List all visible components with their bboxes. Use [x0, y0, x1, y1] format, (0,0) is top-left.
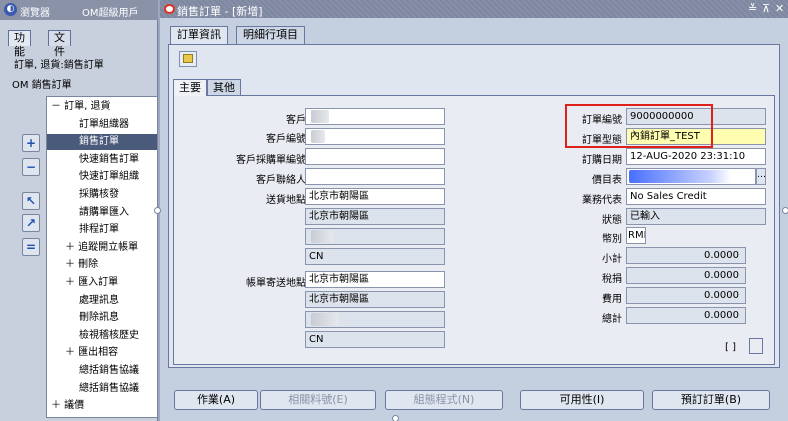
- tab-others[interactable]: 其他: [207, 79, 241, 96]
- redacted-ship-to: [311, 230, 333, 243]
- navigator-window: ◐ 瀏覽器 OM超級用戶 功能 文件 訂單, 退貨:銷售訂單 OM 銷售訂單 －…: [0, 0, 158, 421]
- main-form: 客戶 客戶編號 客戶採購單編號 客戶聯絡人 送貨地點 帳單寄送地點 北京市朝陽區…: [173, 95, 775, 365]
- tree-item[interactable]: ＋ 追蹤開立帳單: [47, 240, 157, 256]
- tree-item[interactable]: 排程訂單: [47, 222, 157, 238]
- tree-item[interactable]: 刪除訊息: [47, 310, 157, 326]
- total-label: 總計: [602, 314, 622, 325]
- tax-field: 0.0000: [626, 267, 746, 284]
- minimize-icon[interactable]: ≚: [748, 2, 757, 15]
- price-list-label: 價目表: [592, 175, 622, 186]
- order-date-label: 訂購日期: [582, 155, 622, 166]
- customer-contact-field[interactable]: [305, 168, 445, 185]
- resize-handle-bottom[interactable]: [392, 415, 399, 421]
- tree-item[interactable]: 請購單匯入: [47, 205, 157, 221]
- sales-order-window: 銷售訂單 - [新增] ≚ ⊼ ✕ 訂單資訊 明細行項目 主要 其他 客戶 客戶…: [160, 0, 788, 421]
- maximize-icon[interactable]: ⊼: [762, 2, 770, 15]
- bill-to-line2: 北京市朝陽區: [305, 291, 445, 308]
- tree-item[interactable]: 總括銷售協議: [47, 363, 157, 379]
- ship-to-line1[interactable]: 北京市朝陽區: [305, 188, 445, 205]
- function-tree: － 訂單, 退貨 訂單組織器 銷售訂單 快速銷售訂單 快速訂單組織 採購核發請購單匯入 排程…: [46, 96, 158, 418]
- subtotal-label: 小計: [602, 254, 622, 265]
- customer-po-label: 客戶採購單編號: [236, 155, 306, 166]
- tax-label: 稅捐: [602, 274, 622, 285]
- navigator-responsibility: OM 銷售訂單: [12, 80, 72, 91]
- status-label: 狀態: [602, 215, 622, 226]
- bill-to-label: 帳單寄送地點: [246, 278, 306, 289]
- availability-button[interactable]: 可用性(I): [520, 390, 644, 410]
- redacted-customer-no: [311, 130, 325, 143]
- tree-item[interactable]: 檢視稽核歷史: [47, 328, 157, 344]
- plus-icon[interactable]: +: [22, 134, 40, 152]
- configurator-button[interactable]: 組態程式(N): [385, 390, 503, 410]
- tree-item[interactable]: － 訂單, 退貨: [47, 99, 157, 115]
- tree-item[interactable]: 銷售訂單: [47, 134, 157, 151]
- tree-item[interactable]: 總括銷售協議: [47, 381, 157, 397]
- related-items-button[interactable]: 相關料號(E): [260, 390, 376, 410]
- navigator-path: 訂單, 退貨:銷售訂單: [14, 60, 104, 71]
- subtotal-field: 0.0000: [626, 247, 746, 264]
- tree-item[interactable]: ＋ 匯入訂單: [47, 275, 157, 291]
- tab-main[interactable]: 主要: [173, 79, 207, 96]
- navigator-title: 瀏覽器: [20, 8, 50, 19]
- customer-label: 客戶: [286, 115, 306, 126]
- bracket-field: [ ]: [725, 342, 736, 353]
- add-to-top-icon[interactable]: ↖: [22, 192, 40, 210]
- minus-icon[interactable]: −: [22, 158, 40, 176]
- tree-item[interactable]: ＋ 匯出相容: [47, 345, 157, 361]
- tree-item[interactable]: ＋ 議價: [47, 398, 157, 414]
- salesperson-label: 業務代表: [582, 195, 622, 206]
- redacted-bill-to: [311, 313, 339, 326]
- navigator-title-bar[interactable]: ◐ 瀏覽器 OM超級用戶: [0, 0, 158, 20]
- tree-item[interactable]: 處理訊息: [47, 293, 157, 309]
- tab-order-info[interactable]: 訂單資訊: [170, 26, 228, 44]
- order-title-bar[interactable]: 銷售訂單 - [新增] ≚ ⊼ ✕: [160, 0, 788, 18]
- customer-contact-label: 客戶聯絡人: [256, 175, 306, 186]
- tab-functions[interactable]: 功能: [8, 30, 31, 58]
- list-of-values-icon[interactable]: …: [756, 168, 766, 185]
- ship-to-country: CN: [305, 248, 445, 265]
- close-icon[interactable]: ✕: [775, 2, 784, 15]
- customer-no-field[interactable]: [305, 128, 445, 145]
- actions-button[interactable]: 作業(A): [174, 390, 258, 410]
- customer-po-field[interactable]: [305, 148, 445, 165]
- charges-field: 0.0000: [626, 287, 746, 304]
- tree-item[interactable]: 快速銷售訂單: [47, 152, 157, 168]
- oracle-icon: [164, 4, 175, 14]
- total-field: 0.0000: [626, 307, 746, 324]
- tree-item[interactable]: 快速訂單組織: [47, 169, 157, 185]
- currency-field[interactable]: RMB: [626, 227, 646, 244]
- order-main-panel: 主要 其他 客戶 客戶編號 客戶採購單編號 客戶聯絡人 送貨地點 帳單寄送地點 …: [168, 44, 780, 368]
- folder-icon[interactable]: [179, 51, 197, 67]
- customer-no-label: 客戶編號: [266, 134, 306, 145]
- redacted-price-list: [629, 170, 731, 183]
- salesperson-field[interactable]: No Sales Credit: [626, 188, 766, 205]
- descriptive-flex-field[interactable]: [749, 338, 763, 354]
- tab-line-items[interactable]: 明細行項目: [236, 26, 305, 44]
- highlight-box: [565, 104, 713, 148]
- book-order-button[interactable]: 預訂訂單(B): [652, 390, 770, 410]
- order-date-field[interactable]: 12-AUG-2020 23:31:10: [626, 148, 766, 165]
- tab-documents[interactable]: 文件: [48, 30, 71, 58]
- bill-to-country: CN: [305, 331, 445, 348]
- charges-label: 費用: [602, 294, 622, 305]
- ship-to-label: 送貨地點: [266, 195, 306, 206]
- order-window-title: 銷售訂單 - [新增]: [177, 5, 263, 18]
- resize-handle-right[interactable]: [782, 207, 788, 214]
- resize-handle-left[interactable]: [154, 207, 161, 214]
- redacted-customer: [311, 110, 329, 123]
- tree-item[interactable]: 訂單組織器: [47, 117, 157, 133]
- tree-item[interactable]: ＋ 刪除: [47, 257, 157, 273]
- navigator-user: OM超級用戶: [82, 8, 139, 19]
- ship-to-line2: 北京市朝陽區: [305, 208, 445, 225]
- navigator-app-icon: ◐: [4, 3, 17, 16]
- remove-icon[interactable]: =: [22, 238, 40, 256]
- bill-to-line1[interactable]: 北京市朝陽區: [305, 271, 445, 288]
- currency-label: 幣別: [602, 234, 622, 245]
- tree-item[interactable]: 採購核發: [47, 187, 157, 203]
- status-field: 已輸入: [626, 208, 766, 225]
- add-all-icon[interactable]: ↗: [22, 214, 40, 232]
